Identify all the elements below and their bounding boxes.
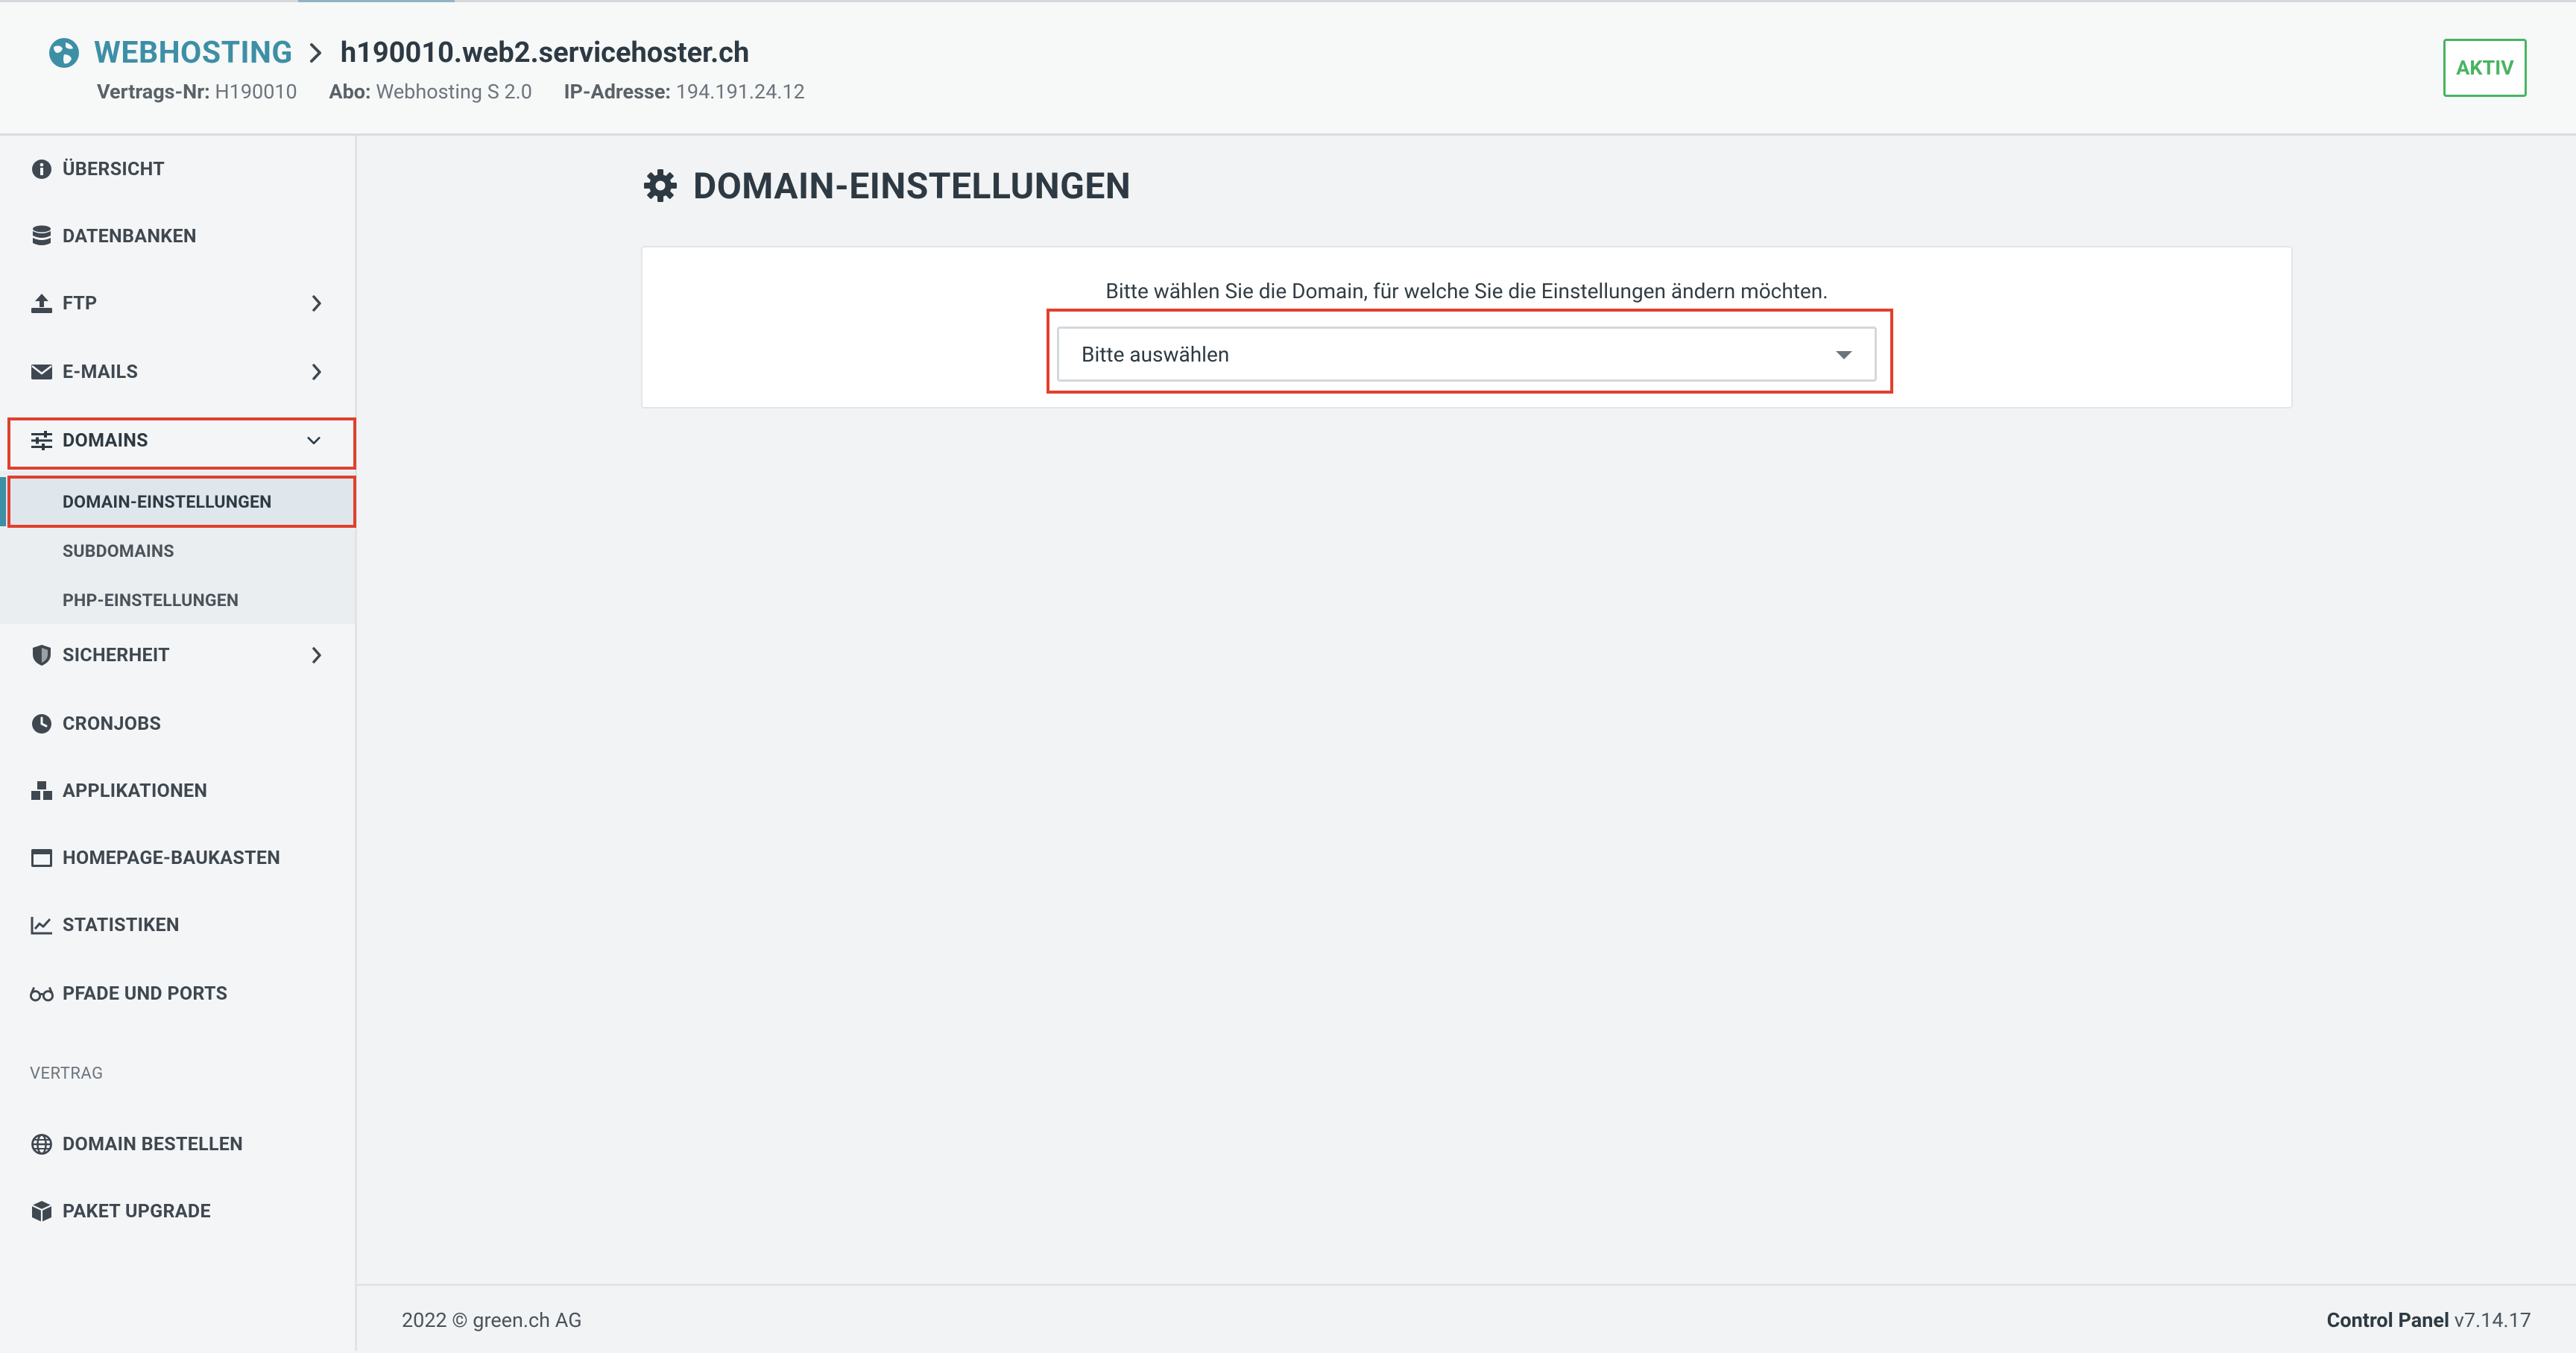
sidebar-item-cronjobs[interactable]: CRONJOBS	[0, 690, 355, 757]
page-title-text: DOMAIN-EINSTELLUNGEN	[693, 164, 1131, 207]
sidebar-item-label: E-MAILS	[63, 361, 139, 383]
sidebar-subitem-label: DOMAIN-EINSTELLUNGEN	[63, 491, 272, 512]
hostname: h190010.web2.servicehoster.ch	[340, 37, 750, 69]
clock-icon	[30, 712, 54, 736]
sidebar-item-label: DATENBANKEN	[63, 225, 197, 247]
sidebar-subitem-label: PHP-EINSTELLUNGEN	[63, 590, 239, 611]
sidebar-item-domain-bestellen[interactable]: DOMAIN BESTELLEN	[0, 1111, 355, 1178]
section-label-vertrag: VERTRAG	[30, 1065, 104, 1083]
sidebar-item-domains[interactable]: DOMAINS	[0, 407, 355, 474]
gear-icon	[644, 169, 677, 202]
domain-select-value: Bitte auswählen	[1082, 341, 1230, 367]
page-title: DOMAIN-EINSTELLUNGEN	[643, 161, 1131, 210]
footer-version: Control Panel v7.14.17	[2327, 1308, 2531, 1332]
sidebar-item-applikationen[interactable]: APPLIKATIONEN	[0, 757, 355, 824]
sidebar-item-label: DOMAINS	[63, 429, 148, 452]
sidebar-item-sicherheit[interactable]: SICHERHEIT	[0, 622, 355, 689]
footer: 2022 © green.ch AG Control Panel v7.14.1…	[357, 1284, 2576, 1353]
sidebar-subitem-domain-einstellungen[interactable]: DOMAIN-EINSTELLUNGEN	[0, 477, 355, 526]
active-indicator	[0, 477, 6, 526]
chevron-down-icon	[307, 437, 321, 444]
domain-select-card: Bitte wählen Sie die Domain, für welche …	[641, 246, 2293, 409]
chevron-right-icon	[312, 647, 321, 663]
sliders-icon	[30, 429, 54, 452]
sidebar-subitem-label: SUBDOMAINS	[63, 540, 174, 561]
globe-logo-icon	[49, 38, 79, 68]
header: WEBHOSTING h190010.web2.servicehoster.ch…	[0, 2, 2576, 136]
cubes-icon	[30, 779, 54, 803]
sidebar-item-label: DOMAIN BESTELLEN	[63, 1133, 244, 1155]
sidebar-item-ftp[interactable]: FTP	[0, 270, 355, 337]
sidebar-item-statistiken[interactable]: STATISTIKEN	[0, 892, 355, 959]
sidebar-subitem-subdomains[interactable]: SUBDOMAINS	[0, 526, 355, 575]
sidebar-item-pfade-und-ports[interactable]: PFADE UND PORTS	[0, 960, 355, 1027]
chevron-right-icon	[312, 364, 321, 380]
meta-contract-nr: Vertrags-Nr: H190010	[97, 80, 297, 104]
sidebar-item-label: SICHERHEIT	[63, 644, 170, 666]
domain-select-hint: Bitte wählen Sie die Domain, für welche …	[1105, 279, 1828, 303]
box-icon	[30, 1199, 54, 1223]
chevron-right-icon	[312, 295, 321, 312]
sidebar-item-uebersicht[interactable]: ÜBERSICHT	[0, 136, 355, 203]
chevron-right-icon	[309, 43, 321, 63]
footer-product: Control Panel	[2326, 1308, 2450, 1332]
database-icon	[30, 224, 54, 248]
sidebar-item-label: APPLIKATIONEN	[63, 780, 208, 802]
upload-icon	[30, 291, 54, 315]
breadcrumb: WEBHOSTING h190010.web2.servicehoster.ch	[48, 29, 749, 77]
meta-ip-address: IP-Adresse: 194.191.24.12	[564, 80, 805, 104]
info-circle-icon	[30, 157, 54, 181]
status-badge: AKTIV	[2443, 39, 2527, 97]
envelope-icon	[30, 360, 54, 384]
sidebar-item-e-mails[interactable]: E-MAILS	[0, 338, 355, 406]
glasses-icon	[30, 982, 54, 1006]
sidebar-item-datenbanken[interactable]: DATENBANKEN	[0, 203, 355, 270]
shield-icon	[30, 643, 54, 667]
sidebar-item-homepage-baukasten[interactable]: HOMEPAGE-BAUKASTEN	[0, 824, 355, 892]
meta-abo: Abo: Webhosting S 2.0	[329, 80, 532, 104]
sidebar-item-label: PAKET UPGRADE	[63, 1200, 211, 1223]
sidebar-item-paket-upgrade[interactable]: PAKET UPGRADE	[0, 1178, 355, 1245]
contract-meta: Vertrags-Nr: H190010 Abo: Webhosting S 2…	[97, 80, 832, 104]
globe-icon	[30, 1132, 54, 1156]
sidebar-item-label: STATISTIKEN	[63, 914, 180, 936]
footer-version-number: v7.14.17	[2454, 1308, 2531, 1332]
sidebar-subitem-php-einstellungen[interactable]: PHP-EINSTELLUNGEN	[0, 575, 355, 625]
window-icon	[30, 846, 54, 870]
sidebar: ÜBERSICHT DATENBANKEN FTP E-MAILS DOMAIN…	[0, 136, 357, 1351]
brand-name[interactable]: WEBHOSTING	[94, 35, 293, 71]
line-chart-icon	[30, 913, 54, 937]
sidebar-item-label: HOMEPAGE-BAUKASTEN	[63, 847, 281, 869]
caret-down-icon	[1836, 351, 1852, 359]
footer-copyright: 2022 © green.ch AG	[402, 1308, 582, 1332]
domains-submenu: DOMAIN-EINSTELLUNGEN SUBDOMAINS PHP-EINS…	[0, 471, 355, 624]
domain-select[interactable]: Bitte auswählen	[1057, 327, 1877, 382]
sidebar-item-label: PFADE UND PORTS	[63, 983, 228, 1005]
sidebar-item-label: FTP	[63, 292, 98, 315]
sidebar-item-label: CRONJOBS	[63, 713, 162, 735]
sidebar-item-label: ÜBERSICHT	[63, 158, 165, 180]
